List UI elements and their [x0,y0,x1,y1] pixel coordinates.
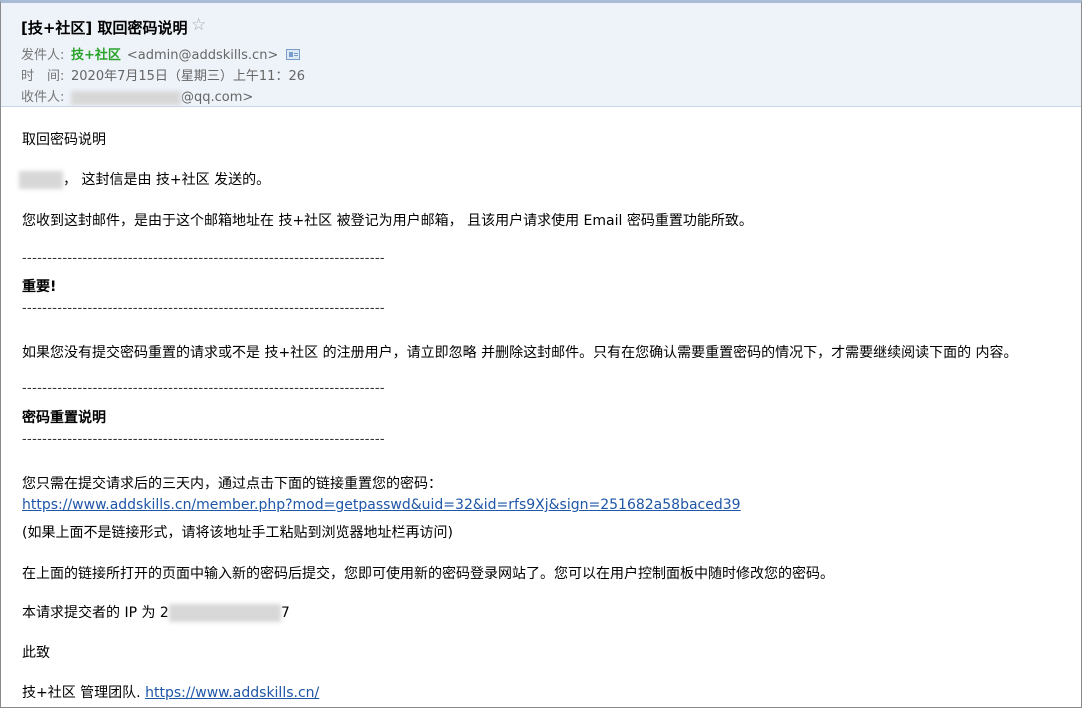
signature-line: 技+社区 管理团队. https://www.addskills.cn/ [22,682,319,702]
reset-heading: 密码重置说明 [22,410,106,426]
divider-3: ----------------------------------------… [22,381,385,396]
ip-line: 本请求提交者的 IP 为 2 7 [22,602,290,622]
from-label: 发件人: [21,48,65,63]
username-redacted [19,171,63,189]
signature-text: 技+社区 管理团队. [22,685,141,701]
reset-link-line: https://www.addskills.cn/member.php?mod=… [22,497,741,513]
email-subject: [技+社区] 取回密码说明 [21,17,188,38]
after-submit-text: 在上面的链接所打开的页面中输入新的密码后提交，您即可使用新的密码登录网站了。您可… [22,566,834,582]
instruction-text: 您只需在提交请求后的三天内，通过点击下面的链接重置您的密码： [22,476,442,492]
signature-link[interactable]: https://www.addskills.cn/ [145,685,319,701]
email-window: [技+社区] 取回密码说明 ☆ 发件人: 技+社区 <admin@addskills… [0,0,1082,708]
time-label: 时 间: [21,69,65,84]
reason-text: 您收到这封邮件，是由于这个邮箱地址在 技+社区 被登记为用户邮箱， 且该用户请求… [22,213,753,229]
important-heading: 重要! [22,279,57,295]
sender-address: <admin@addskills.cn> [126,48,279,63]
to-label: 收件人: [21,90,65,105]
divider-1: ----------------------------------------… [22,251,385,266]
reset-link[interactable]: https://www.addskills.cn/member.php?mod=… [22,497,741,513]
greeting-line: ， 这封信是由 技+社区 发送的。 [19,169,271,189]
divider-4: ----------------------------------------… [22,432,385,447]
ip-suffix: 7 [280,605,290,621]
subject-text: [技+社区] 取回密码说明 [21,19,188,37]
body-title: 取回密码说明 [22,132,106,148]
greeting-text: ， 这封信是由 技+社区 发送的。 [63,172,271,188]
divider-2: ----------------------------------------… [22,301,385,316]
ip-prefix: 本请求提交者的 IP 为 2 [22,605,169,621]
email-header: [技+社区] 取回密码说明 ☆ 发件人: 技+社区 <admin@addskills… [1,3,1081,107]
star-icon[interactable]: ☆ [191,15,206,35]
from-row: 发件人: 技+社区 <admin@addskills.cn> [21,44,301,63]
link-hint: (如果上面不是链接形式，请将该地址手工粘贴到浏览器地址栏再访问) [22,525,453,541]
recipient-suffix: @qq.com> [181,90,254,105]
address-card-icon[interactable] [286,49,301,60]
ip-redacted [168,604,281,622]
sender-name[interactable]: 技+社区 [71,48,121,63]
closing-text: 此致 [22,645,50,661]
recipient-redacted [71,90,181,105]
warning-text: 如果您没有提交密码重置的请求或不是 技+社区 的注册用户，请立即忽略 并删除这封… [22,345,1018,361]
to-row: 收件人: @qq.com> [21,86,253,105]
time-row: 时 间: 2020年7月15日（星期三）上午11：26 [21,65,305,84]
time-value: 2020年7月15日（星期三）上午11：26 [71,69,305,84]
